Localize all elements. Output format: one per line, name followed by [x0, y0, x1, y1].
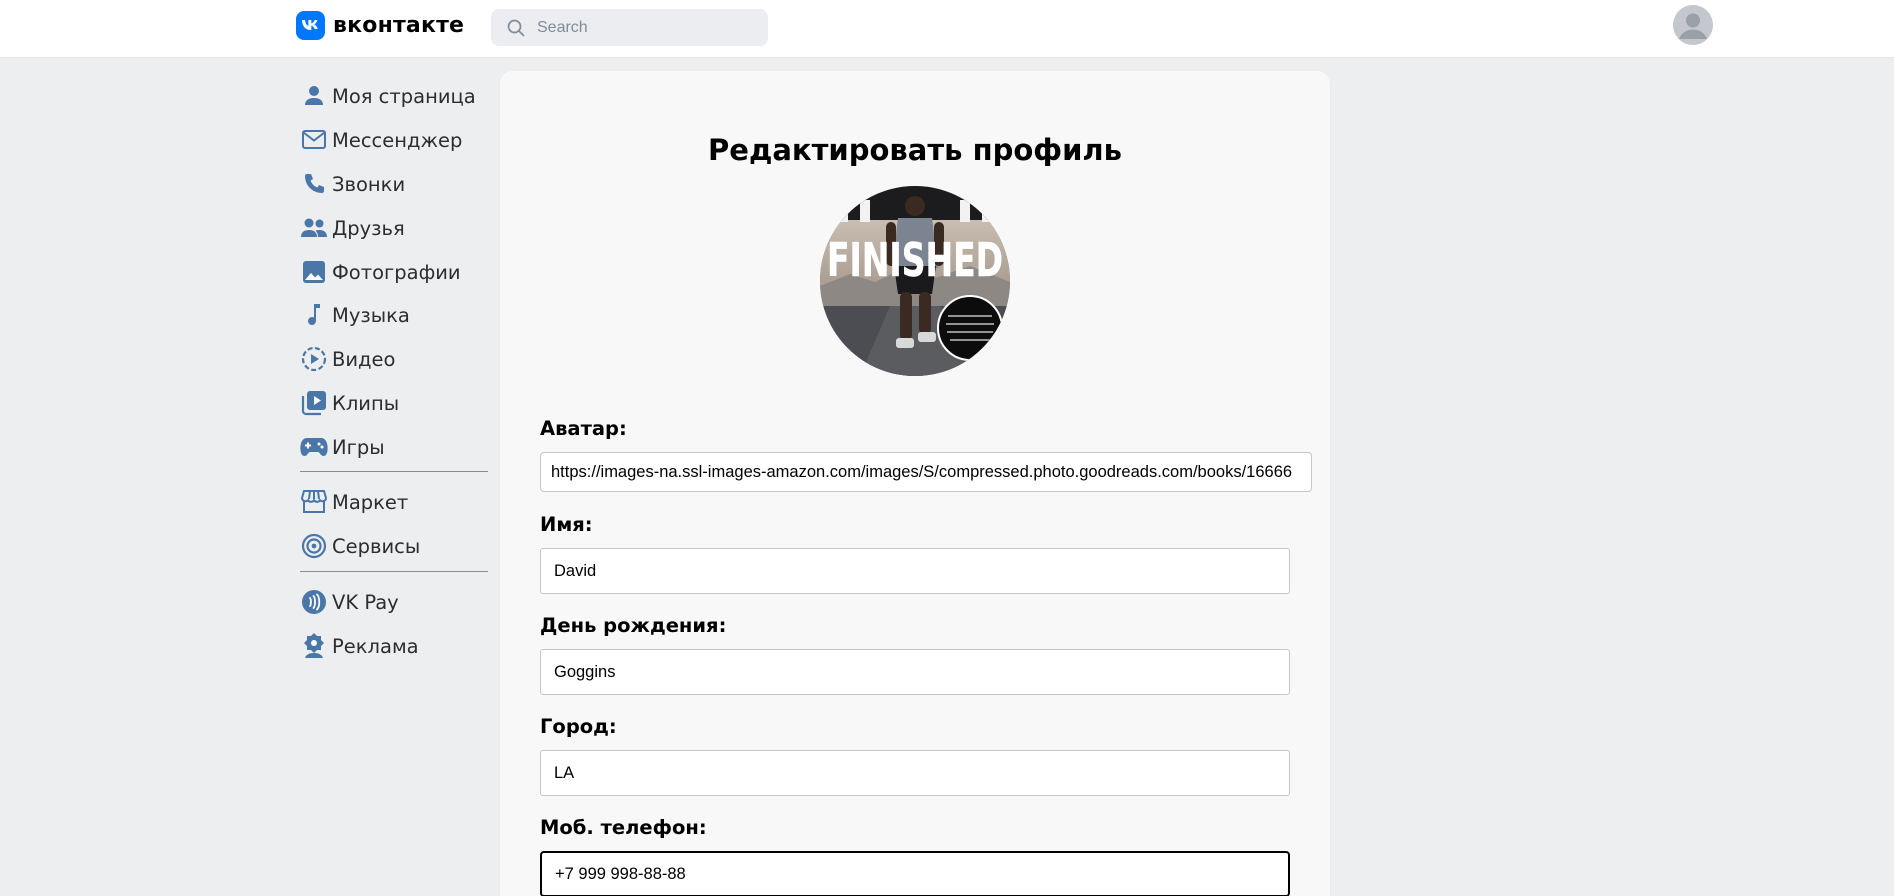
vk-logo-icon	[296, 10, 325, 40]
sidebar-item-label: Друзья	[332, 216, 405, 240]
phone-input[interactable]	[540, 851, 1290, 896]
gamepad-icon	[296, 432, 332, 462]
services-icon	[296, 531, 332, 561]
sidebar-item-label: Музыка	[332, 303, 410, 327]
phone-icon	[296, 169, 332, 199]
logo-text: вконтакте	[333, 12, 465, 38]
top-header: вконтакте	[0, 0, 1894, 58]
profile-photo: FINISHED	[820, 186, 1010, 376]
sidebar-item-messenger[interactable]: Мессенджер	[296, 123, 488, 157]
sidebar-item-label: Видео	[332, 347, 396, 371]
sidebar-item-label: Сервисы	[332, 534, 421, 558]
profile-photo-image: FINISHED	[820, 186, 1010, 376]
clips-icon	[296, 388, 332, 418]
sidebar-item-label: Клипы	[332, 391, 400, 415]
sidebar-item-calls[interactable]: Звонки	[296, 167, 488, 201]
search-input[interactable]	[537, 18, 757, 37]
photo-icon	[296, 257, 332, 287]
sidebar-item-label: Звонки	[332, 172, 406, 196]
page-title: Редактировать профиль	[708, 133, 1122, 167]
sidebar-item-label: Реклама	[332, 634, 419, 658]
sidebar-item-games[interactable]: Игры	[296, 430, 488, 464]
sidebar-item-label: Мессенджер	[332, 128, 463, 152]
sidebar-item-music[interactable]: Музыка	[296, 298, 488, 332]
user-avatar[interactable]	[1673, 5, 1713, 45]
vk-logo[interactable]: вконтакте	[296, 10, 464, 40]
edit-profile-card: Редактировать профиль FINISHED Аватар: h…	[500, 71, 1330, 896]
avatar-label: Аватар:	[540, 417, 627, 440]
city-label: Город:	[540, 715, 617, 738]
sidebar-item-label: Игры	[332, 435, 385, 459]
search-box[interactable]	[491, 9, 768, 46]
friends-icon	[296, 213, 332, 243]
mail-icon	[296, 125, 332, 155]
ads-icon	[296, 631, 332, 661]
city-input[interactable]	[540, 750, 1290, 796]
birthday-label: День рождения:	[540, 614, 727, 637]
birthday-input[interactable]	[540, 649, 1290, 695]
sidebar-item-label: Моя страница	[332, 84, 476, 108]
photo-caption: FINISHED	[827, 233, 1003, 287]
avatar-url-input[interactable]	[540, 452, 1312, 492]
sidebar-item-services[interactable]: Сервисы	[296, 529, 488, 563]
sidebar-item-market[interactable]: Маркет	[296, 485, 488, 519]
sidebar-item-video[interactable]: Видео	[296, 342, 488, 376]
name-input[interactable]	[540, 548, 1290, 594]
sidebar-item-vk-pay[interactable]: VK Pay	[296, 585, 488, 619]
user-icon	[296, 81, 332, 111]
sidebar-item-label: Фотографии	[332, 260, 461, 284]
default-avatar-icon	[1673, 5, 1713, 45]
sidebar-item-ads[interactable]: Реклама	[296, 629, 488, 663]
name-label: Имя:	[540, 513, 593, 536]
search-icon	[507, 19, 525, 36]
sidebar-item-clips[interactable]: Клипы	[296, 386, 488, 420]
sidebar-item-photos[interactable]: Фотографии	[296, 255, 488, 289]
phone-label: Моб. телефон:	[540, 816, 707, 839]
sidebar-divider	[300, 471, 488, 472]
video-play-icon	[296, 344, 332, 374]
sidebar-item-friends[interactable]: Друзья	[296, 211, 488, 245]
sidebar-item-label: VK Pay	[332, 590, 399, 614]
sidebar-divider	[300, 571, 488, 572]
store-icon	[296, 487, 332, 517]
sidebar-item-label: Маркет	[332, 490, 409, 514]
music-note-icon	[296, 300, 332, 330]
sidebar-item-my-page[interactable]: Моя страница	[296, 79, 488, 113]
vk-pay-icon	[296, 587, 332, 617]
